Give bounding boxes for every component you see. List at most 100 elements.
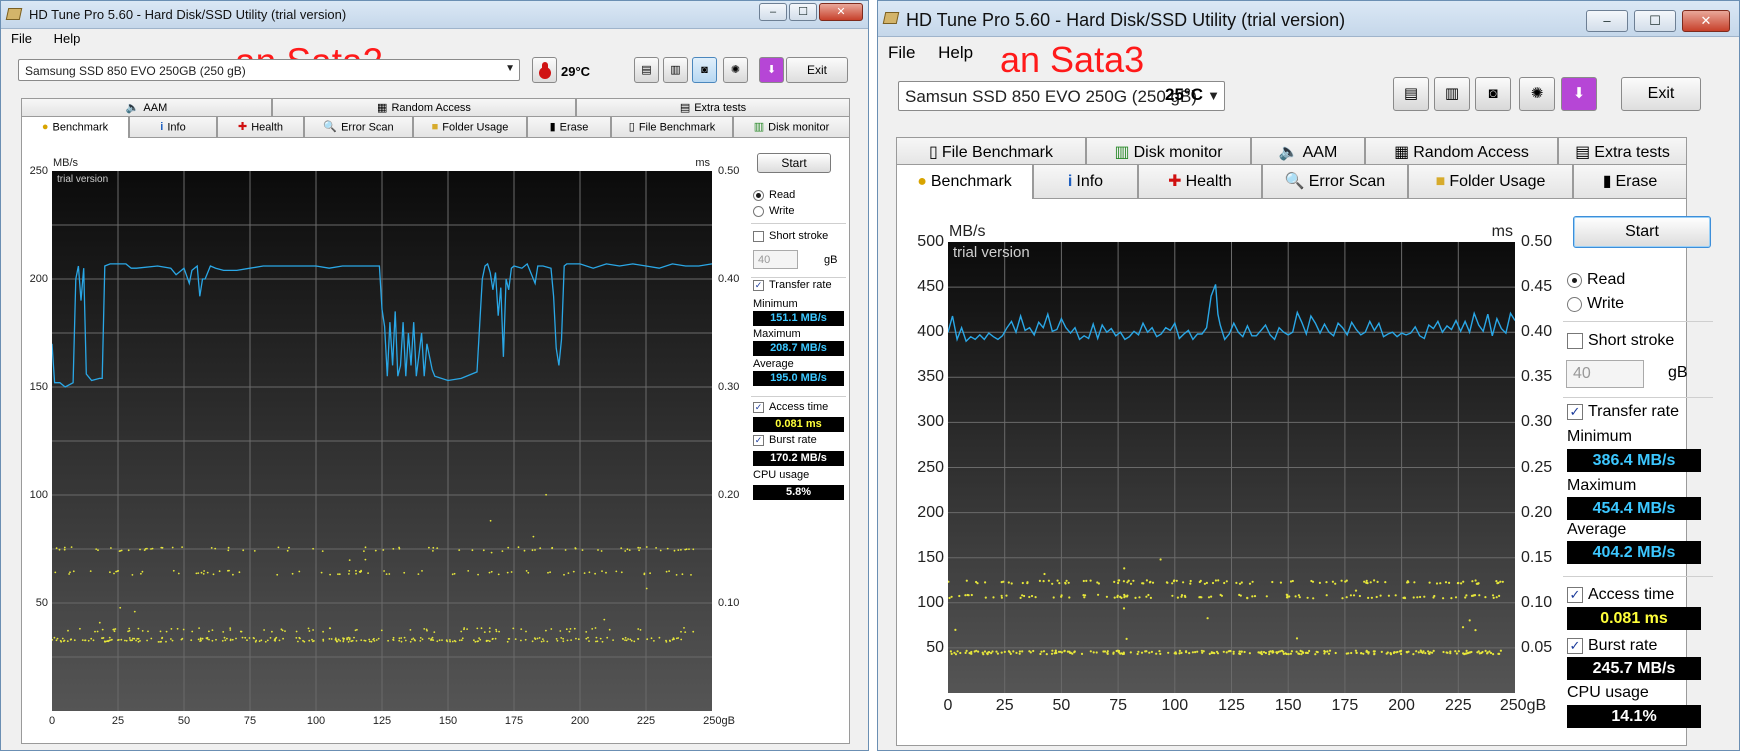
access-time-point (449, 640, 451, 643)
tab-error-scan[interactable]: 🔍 Error Scan (1262, 164, 1408, 199)
access-time-checkbox[interactable]: ✓ Access time (1567, 586, 1674, 604)
copy-image-button[interactable]: ▥ (1434, 77, 1470, 111)
access-time-point (1042, 650, 1046, 653)
access-time-point (498, 630, 500, 633)
tab-folder-usage[interactable]: ■ Folder Usage (1408, 164, 1573, 199)
drive-select[interactable]: Samsung SSD 850 EVO 250GB (250 gB) ▼ (18, 59, 520, 81)
monitor-icon: ▥ (1114, 144, 1130, 162)
write-label: Write (769, 205, 795, 217)
access-time-point (165, 640, 167, 643)
start-button[interactable]: Start (757, 153, 831, 173)
save-button[interactable]: ⬇ (1561, 77, 1597, 111)
exit-button[interactable]: Exit (786, 57, 848, 83)
write-radio[interactable]: Write (1567, 295, 1624, 313)
access-time-point (114, 628, 117, 630)
access-time-point (1403, 596, 1406, 599)
save-button[interactable]: ⬇ (759, 57, 784, 83)
menu-file[interactable]: File (11, 31, 32, 46)
tab-erase[interactable]: ▮ Erase (1573, 164, 1687, 199)
close-button[interactable]: ✕ (819, 3, 863, 21)
tab-aam[interactable]: 🔈 AAM (1251, 137, 1365, 167)
burst-rate-checkbox[interactable]: ✓ Burst rate (1567, 637, 1657, 655)
access-time-point (608, 628, 611, 631)
access-time-point (1175, 579, 1178, 582)
tab-random-access[interactable]: ▦ Random Access (272, 98, 576, 117)
tab-disk-monitor[interactable]: ▥ Disk monitor (733, 116, 850, 138)
copy-text-button[interactable]: ▤ (1393, 77, 1429, 111)
access-time-point (1352, 594, 1356, 597)
tab-benchmark[interactable]: ● Benchmark (21, 116, 129, 138)
short-stroke-checkbox[interactable]: Short stroke (1567, 332, 1674, 350)
access-time-point (639, 547, 641, 549)
access-time-point (1400, 649, 1403, 652)
short-stroke-checkbox[interactable]: Short stroke (753, 230, 828, 242)
copy-image-button[interactable]: ▥ (663, 57, 688, 83)
access-time-point (527, 571, 530, 574)
minimize-button[interactable]: – (1586, 10, 1628, 32)
tab-file-benchmark[interactable]: ▯ File Benchmark (896, 137, 1086, 167)
minimize-button[interactable]: – (759, 3, 787, 21)
close-button[interactable]: ✕ (1682, 10, 1730, 32)
stroke-spinner[interactable]: 40 (1566, 360, 1644, 388)
menu-help[interactable]: Help (938, 43, 973, 62)
tab-file-benchmark[interactable]: ▯ File Benchmark (611, 116, 733, 138)
title-bar[interactable]: HD Tune Pro 5.60 - Hard Disk/SSD Utility… (878, 1, 1739, 37)
exit-button[interactable]: Exit (1621, 77, 1701, 111)
drive-select-value: Samsun SSD 850 EVO 250G (250 gB) (905, 87, 1197, 106)
access-time-point (1499, 649, 1502, 652)
tab-aam[interactable]: 🔈 AAM (21, 98, 272, 117)
tab-folder-usage[interactable]: ■ Folder Usage (413, 116, 527, 138)
options-button[interactable]: ✺ (1519, 77, 1555, 111)
screenshot-button[interactable]: ◙ (692, 57, 717, 83)
access-time-point (542, 638, 544, 640)
tab-error-scan[interactable]: 🔍 Error Scan (304, 116, 413, 138)
transfer-rate-checkbox[interactable]: ✓ Transfer rate (753, 279, 832, 291)
health-cross-icon: ✚ (237, 121, 248, 133)
access-time-point (494, 637, 497, 640)
y-tick-label: 350 (917, 368, 944, 386)
access-time-point (302, 639, 304, 642)
tab-health[interactable]: ✚ Health (217, 116, 304, 138)
tab-extra-tests[interactable]: ▤ Extra tests (1558, 137, 1687, 167)
y2-tick-label: 0.45 (1521, 278, 1553, 296)
options-button[interactable]: ✺ (723, 57, 748, 83)
access-time-point (948, 580, 950, 583)
menu-file[interactable]: File (888, 43, 915, 62)
maximize-button[interactable]: ☐ (1634, 10, 1676, 32)
access-time-point (356, 628, 358, 631)
screenshot-button[interactable]: ◙ (1475, 77, 1511, 111)
access-time-point (1148, 651, 1151, 654)
transfer-rate-checkbox[interactable]: ✓ Transfer rate (1567, 403, 1679, 421)
access-time-point (1173, 579, 1176, 582)
read-radio[interactable]: Read (1567, 271, 1625, 289)
copy-text-button[interactable]: ▤ (634, 57, 659, 83)
maximize-button[interactable]: ☐ (789, 3, 817, 21)
tab-info[interactable]: i Info (1033, 164, 1138, 199)
tab-random-access[interactable]: ▦ Random Access (1365, 137, 1558, 167)
tab-disk-monitor[interactable]: ▥ Disk monitor (1086, 137, 1251, 167)
title-bar[interactable]: HD Tune Pro 5.60 - Hard Disk/SSD Utility… (1, 1, 868, 29)
access-time-point (1208, 652, 1211, 655)
access-time-point (1365, 579, 1368, 582)
tab-extra-tests[interactable]: ▤ Extra tests (576, 98, 850, 117)
access-time-point (411, 638, 413, 641)
access-time-point (1326, 650, 1329, 653)
y-tick-label: 50 (926, 638, 944, 656)
access-time-point (255, 639, 258, 642)
access-time-point (419, 640, 422, 642)
tab-erase[interactable]: ▮ Erase (527, 116, 611, 138)
access-time-point (672, 637, 675, 639)
access-time-point (144, 548, 147, 550)
access-time-point (363, 550, 365, 552)
read-radio[interactable]: Read (753, 189, 795, 201)
burst-rate-checkbox[interactable]: ✓ Burst rate (753, 434, 817, 446)
tab-benchmark[interactable]: ● Benchmark (896, 164, 1033, 199)
start-button[interactable]: Start (1573, 216, 1711, 248)
menu-help[interactable]: Help (54, 31, 81, 46)
write-radio[interactable]: Write (753, 205, 794, 217)
tab-health[interactable]: ✚ Health (1138, 164, 1262, 199)
stroke-spinner[interactable]: 40 (753, 250, 798, 269)
access-time-point (620, 547, 623, 549)
tab-info[interactable]: i Info (129, 116, 217, 138)
access-time-checkbox[interactable]: ✓ Access time (753, 401, 828, 413)
